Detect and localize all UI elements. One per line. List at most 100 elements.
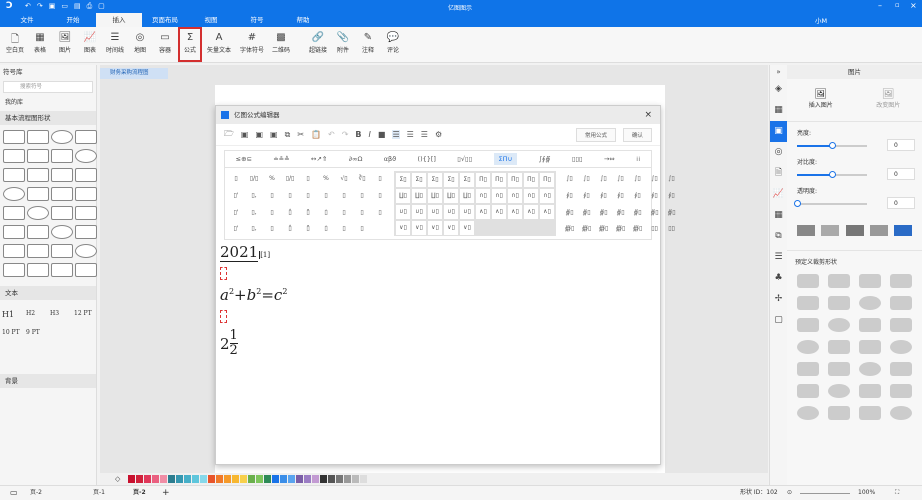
- color-icon[interactable]: ■: [378, 130, 386, 139]
- color-swatch[interactable]: [360, 475, 367, 483]
- menu-2[interactable]: 插入: [96, 13, 142, 27]
- symbol-button[interactable]: ∮▯: [647, 192, 662, 203]
- ribbon-button[interactable]: Σ 公式: [178, 27, 202, 62]
- symbol-button[interactable]: ▯: [228, 175, 244, 186]
- fill-icon[interactable]: ◈: [770, 79, 787, 100]
- symbol-button[interactable]: ▯: [372, 192, 388, 203]
- symbol-button[interactable]: ▯: [264, 192, 280, 203]
- flowchart-shape[interactable]: [27, 263, 49, 277]
- symbol-button[interactable]: ∩▯: [524, 189, 538, 203]
- quick-access-toolbar[interactable]: ↶↷▣▭▤⎙▢: [25, 2, 111, 11]
- flowchart-shape[interactable]: [3, 130, 25, 144]
- menu-3[interactable]: 页面布局: [142, 13, 188, 27]
- color-swatch[interactable]: [144, 475, 151, 483]
- symbol-button[interactable]: ▯▯: [664, 225, 679, 236]
- export-icon[interactable]: ▣: [270, 130, 278, 139]
- symbol-button[interactable]: ▯,: [246, 192, 262, 203]
- symbol-button[interactable]: ∯▯: [596, 209, 611, 220]
- color-swatch[interactable]: [232, 475, 239, 483]
- flowchart-shape[interactable]: [3, 225, 25, 239]
- symbol-tab[interactable]: ⁞⁞: [636, 155, 640, 163]
- symbol-button[interactable]: ▯,: [246, 209, 262, 220]
- symbol-button[interactable]: ∪▯: [444, 205, 458, 219]
- menu-1[interactable]: 开始: [50, 13, 96, 27]
- flowchart-shape[interactable]: [75, 225, 97, 239]
- crop-shape[interactable]: [828, 384, 850, 398]
- symbol-button[interactable]: ▯: [336, 192, 352, 203]
- formula-line-3[interactable]: a2+b2=c2: [220, 286, 656, 304]
- ribbon-button[interactable]: 💬 评论: [381, 27, 405, 62]
- image-effect[interactable]: [894, 225, 912, 236]
- ribbon-button[interactable]: 📈 图表: [78, 27, 102, 62]
- flowchart-shape[interactable]: [75, 263, 97, 277]
- open-icon[interactable]: 🗁: [224, 128, 234, 142]
- page-tab-2[interactable]: 页-2: [133, 486, 146, 500]
- crop-shape[interactable]: [828, 340, 850, 354]
- symbol-button[interactable]: ∫▯: [630, 175, 645, 186]
- crop-shape[interactable]: [890, 296, 912, 310]
- flowchart-shape[interactable]: [27, 168, 49, 182]
- symbol-button[interactable]: ▯: [336, 209, 352, 220]
- image-effect[interactable]: [869, 225, 888, 236]
- flowchart-shape[interactable]: [3, 168, 25, 182]
- crop-shape[interactable]: [828, 318, 850, 332]
- insert-image-button[interactable]: 🖼 插入图片: [809, 89, 833, 109]
- symbol-button[interactable]: ▯̆: [300, 225, 316, 236]
- page-icon[interactable]: 🗎: [770, 163, 787, 184]
- color-swatch[interactable]: [152, 475, 159, 483]
- crop-shape[interactable]: [890, 318, 912, 332]
- bold-icon[interactable]: B: [355, 130, 361, 139]
- crop-shape[interactable]: [859, 274, 881, 288]
- crop-shape[interactable]: [890, 362, 912, 376]
- placeholder-box[interactable]: [220, 310, 227, 323]
- symbol-button[interactable]: ▯: [354, 209, 370, 220]
- fill-icon[interactable]: ◇: [115, 475, 127, 483]
- crop-shape[interactable]: [859, 362, 881, 376]
- crop-shape[interactable]: [828, 362, 850, 376]
- symbol-tab[interactable]: ▯▯▯: [572, 155, 583, 163]
- symbol-button[interactable]: ∯▯: [579, 209, 594, 220]
- crop-shape[interactable]: [797, 274, 819, 288]
- symbol-button[interactable]: ∰▯: [613, 225, 628, 236]
- symbol-button[interactable]: ∨▯: [412, 221, 426, 235]
- ribbon-button[interactable]: ◎ 地图: [128, 27, 152, 62]
- brightness-slider[interactable]: 0: [797, 139, 915, 153]
- my-library[interactable]: 我的库: [0, 95, 96, 111]
- menu-4[interactable]: 视图: [188, 13, 234, 27]
- color-swatch[interactable]: [248, 475, 255, 483]
- symbol-button[interactable]: ∐▯: [428, 189, 442, 203]
- text-style-item[interactable]: 9 PT: [26, 329, 50, 336]
- symbol-button[interactable]: ▯': [228, 225, 244, 236]
- crop-shape[interactable]: [828, 296, 850, 310]
- color-swatch[interactable]: [352, 475, 359, 483]
- symbol-button[interactable]: ▯: [372, 209, 388, 220]
- change-image-button[interactable]: 🖼 改变图片: [876, 89, 900, 109]
- symbol-button[interactable]: ∐▯: [444, 189, 458, 203]
- symbol-button[interactable]: Π▯: [508, 173, 522, 187]
- color-swatch[interactable]: [160, 475, 167, 483]
- color-swatch[interactable]: [168, 475, 175, 483]
- flowchart-shape[interactable]: [75, 130, 97, 144]
- ribbon-button[interactable]: 📎 附件: [331, 27, 355, 62]
- page-selector[interactable]: 页-2: [30, 486, 42, 500]
- symbol-button[interactable]: ∯▯: [562, 209, 577, 220]
- symbol-button[interactable]: %: [264, 175, 280, 186]
- color-swatch[interactable]: [136, 475, 143, 483]
- symbol-button[interactable]: ∐▯: [460, 189, 474, 203]
- symbol-button[interactable]: ▯: [282, 192, 298, 203]
- transparency-slider[interactable]: 0: [794, 197, 915, 211]
- settings-icon[interactable]: ⚙: [435, 130, 442, 139]
- symbol-button[interactable]: ∧▯: [508, 205, 522, 219]
- symbol-button[interactable]: ∯▯: [647, 209, 662, 220]
- symbol-button[interactable]: ∧▯: [492, 205, 506, 219]
- flowchart-shape[interactable]: [51, 244, 73, 258]
- align-right-icon[interactable]: ☰: [421, 130, 428, 139]
- ribbon-button[interactable]: 🗋 空白页: [3, 27, 27, 62]
- ribbon-button[interactable]: 🔗 超链接: [306, 27, 330, 62]
- symbol-button[interactable]: ▯̇: [318, 225, 334, 236]
- symbol-button[interactable]: Π▯: [524, 173, 538, 187]
- symbol-button[interactable]: Π▯: [540, 173, 554, 187]
- table-icon[interactable]: ▦: [770, 205, 787, 226]
- flowchart-shape[interactable]: [51, 225, 73, 239]
- menu-5[interactable]: 符号: [234, 13, 280, 27]
